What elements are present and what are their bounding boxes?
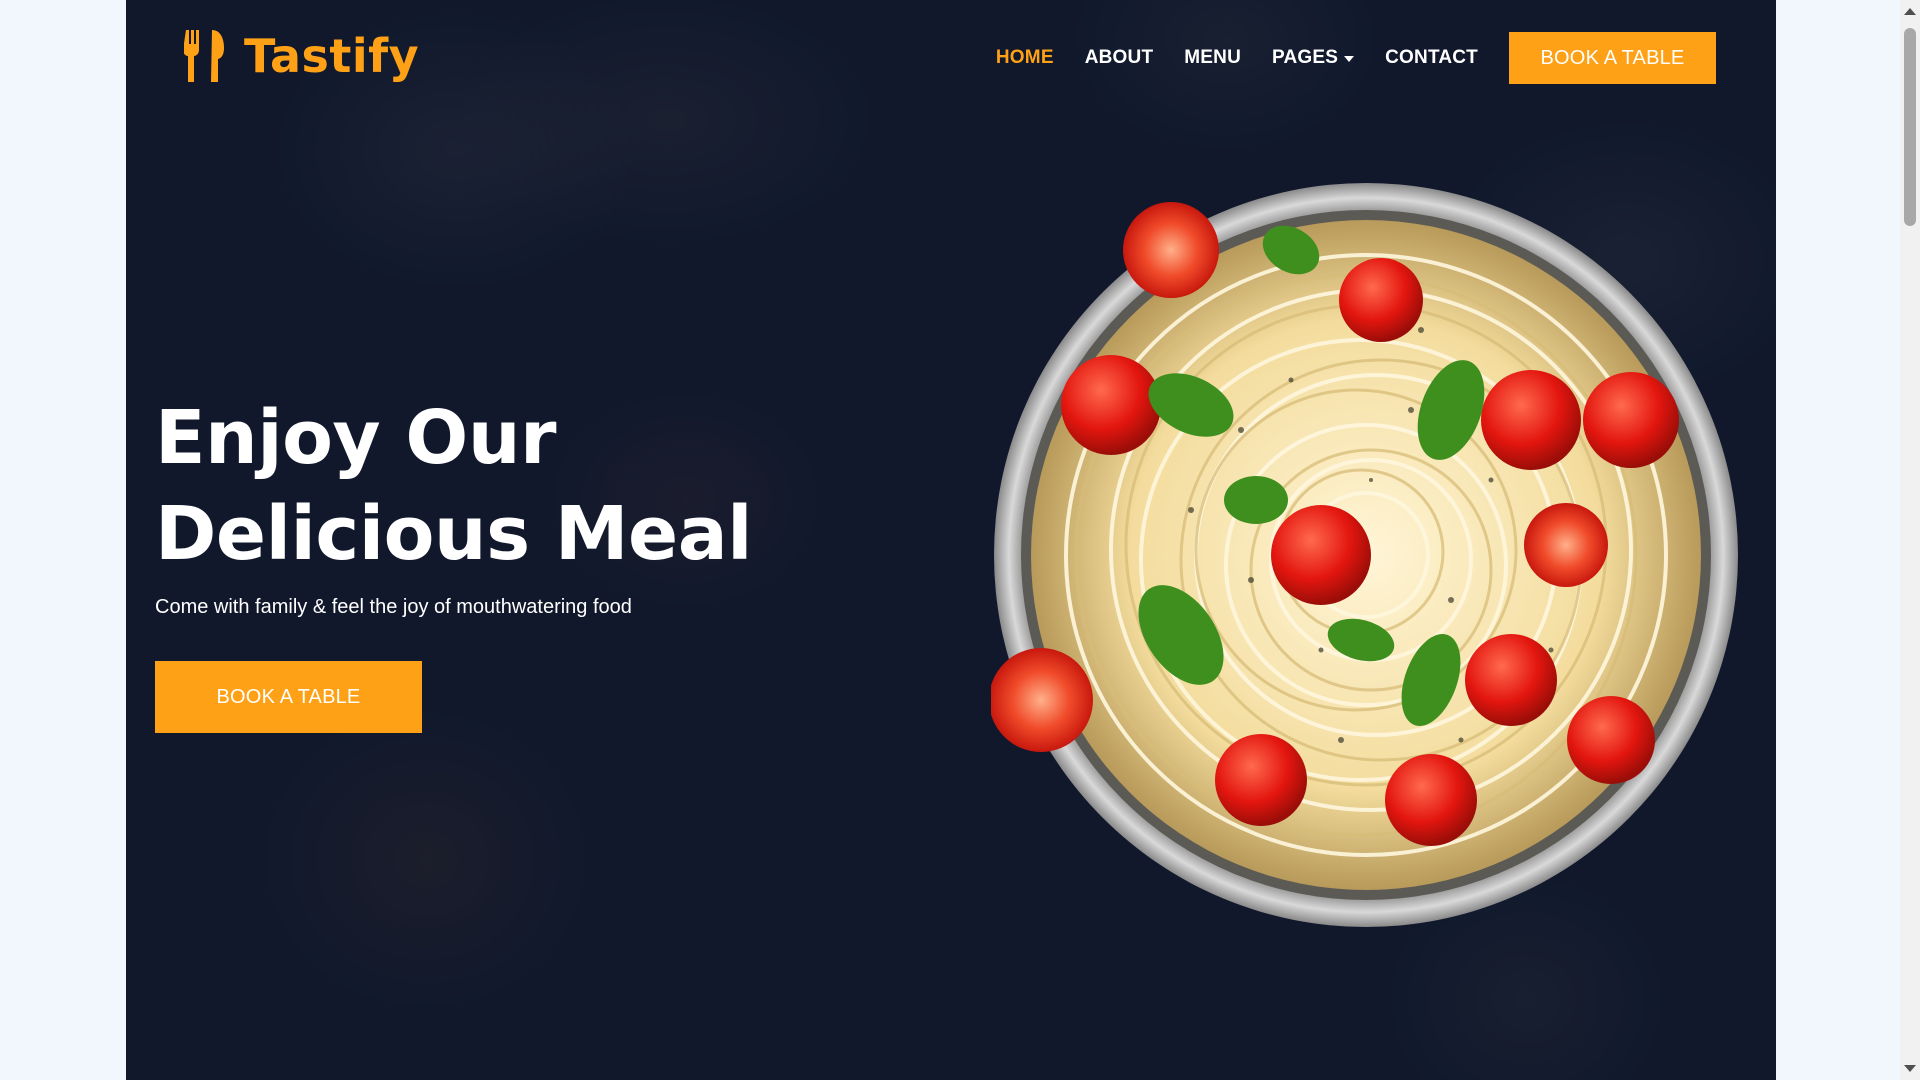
scrollbar[interactable] [1900, 0, 1920, 1080]
hero-book-table-button[interactable]: BOOK A TABLE [155, 661, 422, 733]
navbar: Tastify HOME ABOUT MENU PAGES CONTACT BO… [126, 0, 1776, 116]
nav-item-menu[interactable]: MENU [1184, 47, 1241, 69]
nav-book-table-button[interactable]: BOOK A TABLE [1509, 32, 1716, 84]
chevron-down-icon [1344, 56, 1355, 62]
hero-section: Tastify HOME ABOUT MENU PAGES CONTACT BO… [126, 0, 1776, 1080]
utensils-icon [184, 30, 224, 82]
page: Tastify HOME ABOUT MENU PAGES CONTACT BO… [0, 0, 1920, 1080]
scrollbar-thumb[interactable] [1904, 28, 1916, 226]
hero-text-block: Enjoy Our Delicious Meal Come with famil… [155, 390, 753, 733]
scroll-up-icon[interactable] [1904, 8, 1916, 15]
nav-item-pages[interactable]: PAGES [1272, 47, 1355, 69]
hero-title-line-2: Delicious Meal [155, 491, 753, 577]
scroll-down-icon[interactable] [1904, 1065, 1916, 1072]
hero-title: Enjoy Our Delicious Meal [155, 390, 753, 582]
nav-item-contact[interactable]: CONTACT [1385, 47, 1478, 69]
nav-item-pages-label: PAGES [1272, 47, 1339, 68]
hero-title-line-1: Enjoy Our [155, 395, 557, 481]
brand-name: Tastify [244, 29, 420, 83]
brand-logo-link[interactable]: Tastify [184, 26, 419, 86]
spaghetti-bowl-image [991, 183, 1738, 927]
nav-item-home[interactable]: HOME [996, 47, 1054, 69]
nav-menu: HOME ABOUT MENU PAGES CONTACT BOOK A TAB… [996, 32, 1716, 84]
hero-subtitle: Come with family & feel the joy of mouth… [155, 596, 632, 618]
nav-item-about[interactable]: ABOUT [1085, 47, 1154, 69]
